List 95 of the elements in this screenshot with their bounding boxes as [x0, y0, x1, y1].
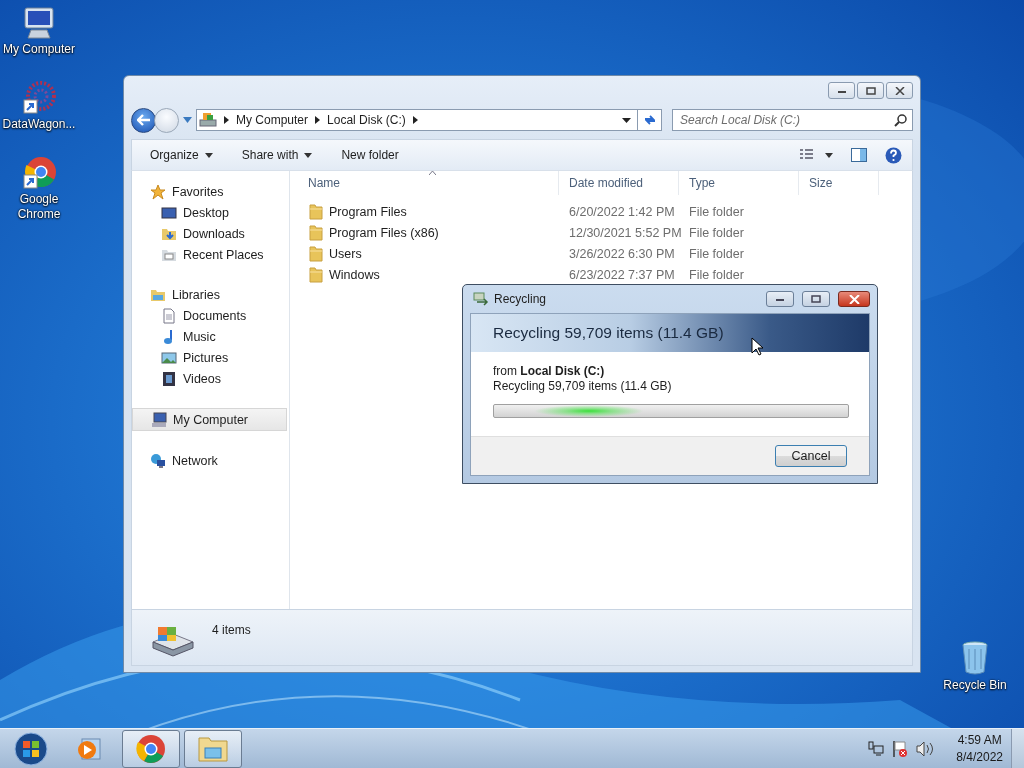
nav-item[interactable]: Downloads	[132, 223, 289, 244]
arrow-left-icon	[136, 114, 151, 126]
desktop-icon-label[interactable]: Google Chrome	[1, 192, 77, 222]
computer-icon	[151, 411, 167, 428]
toolbar-button[interactable]: Share with	[235, 144, 319, 166]
close-icon	[894, 86, 905, 95]
nav-item[interactable]: Music	[132, 326, 289, 347]
nav-item[interactable]: Favorites	[132, 181, 289, 202]
flag-error-icon[interactable]	[892, 740, 909, 758]
back-button[interactable]	[131, 107, 156, 133]
file-name[interactable]: Program Files	[329, 204, 407, 219]
chrome-icon	[21, 156, 57, 190]
close-icon	[848, 294, 860, 304]
picture-icon	[161, 349, 177, 366]
trash-bin-icon	[960, 640, 990, 676]
film-icon	[161, 370, 177, 387]
taskbar-button[interactable]	[184, 730, 242, 768]
help-icon	[885, 146, 902, 164]
toolbar-button[interactable]: Organize	[144, 144, 219, 166]
caret-icon	[204, 152, 213, 158]
maximize-icon	[865, 86, 876, 95]
recycle-arrows-icon	[473, 292, 489, 306]
table-cell-text: 3/26/2022 6:30 PM	[568, 246, 676, 261]
nav-item[interactable]: Recent Places	[132, 244, 289, 265]
folder-icon	[309, 203, 323, 220]
table-cell-text: File folder	[688, 204, 745, 219]
table-cell-text: 6/20/2022 1:42 PM	[568, 204, 676, 219]
file-name[interactable]: Program Files (x86)	[329, 225, 439, 240]
nav-item[interactable]: Desktop	[132, 202, 289, 223]
breadcrumb-item[interactable]: Local Disk (C:)	[327, 113, 406, 127]
nav-item[interactable]: Videos	[132, 368, 289, 389]
table-cell-text: File folder	[688, 225, 745, 240]
breadcrumb-item[interactable]: My Computer	[236, 113, 309, 127]
nav-item[interactable]: Documents	[132, 305, 289, 326]
nav-item[interactable]: Pictures	[132, 347, 289, 368]
mouse-cursor-icon	[751, 337, 763, 356]
file-name[interactable]: Users	[329, 246, 362, 261]
computer-icon	[21, 6, 57, 40]
chevron-right-icon[interactable]	[412, 116, 418, 124]
desktop-icon-label[interactable]: My Computer	[3, 42, 75, 57]
desktop-icon-label[interactable]: DataWagon...	[2, 117, 76, 132]
media-player-icon[interactable]	[76, 736, 102, 762]
minimize-button[interactable]	[828, 82, 855, 99]
folder-icon	[309, 224, 323, 241]
star-icon	[150, 183, 166, 200]
dropdown-arrow-icon[interactable]	[622, 117, 631, 123]
drive-icon	[150, 624, 196, 658]
minimize-button[interactable]	[766, 291, 794, 307]
dialog-heading: Recycling 59,709 items (11.4 GB)	[493, 324, 724, 342]
clock[interactable]: 4:59 AM 8/4/2022	[956, 732, 1003, 766]
source-text: from Local Disk (C:)	[493, 364, 606, 379]
column-header[interactable]: Date modified	[559, 171, 679, 195]
status-text: Recycling 59,709 items (11.4 GB)	[493, 379, 673, 394]
search-icon	[894, 114, 907, 127]
speaker-icon[interactable]	[916, 741, 935, 757]
cancel-button[interactable]: Cancel	[775, 445, 847, 467]
nav-item[interactable]: My Computer	[132, 408, 287, 431]
drive-icon	[199, 112, 217, 128]
folder-icon	[309, 266, 323, 283]
caret-icon	[304, 152, 313, 158]
column-header[interactable]: Type	[679, 171, 799, 195]
chrome-icon[interactable]	[136, 734, 166, 764]
table-cell-text: File folder	[688, 267, 745, 282]
table-cell-text: File folder	[688, 246, 745, 261]
windows-logo-icon	[14, 732, 48, 766]
dialog-title: Recycling	[494, 292, 547, 306]
document-icon	[161, 307, 177, 324]
maximize-button[interactable]	[857, 82, 884, 99]
column-header[interactable]: Size	[799, 171, 879, 195]
item-count: 4 items	[212, 623, 251, 637]
taskbar-button[interactable]	[122, 730, 180, 768]
globe-computer-icon	[150, 452, 166, 469]
file-name[interactable]: Windows	[329, 267, 380, 282]
refresh-button[interactable]	[638, 109, 662, 131]
nav-item[interactable]: Network	[132, 450, 289, 471]
search-field[interactable]: Search Local Disk (C:)	[672, 109, 913, 131]
folder-icon	[309, 245, 323, 262]
table-cell-text: 12/30/2021 5:52 PM	[568, 225, 679, 240]
refresh-icon	[642, 113, 657, 127]
close-button[interactable]	[838, 291, 870, 307]
monitor-icon	[161, 204, 177, 221]
maximize-button[interactable]	[802, 291, 830, 307]
close-button[interactable]	[886, 82, 913, 99]
nav-item[interactable]: Libraries	[132, 284, 289, 305]
dotted-burst-icon	[21, 81, 57, 115]
minimize-icon	[775, 296, 785, 302]
column-header[interactable]: Name	[298, 171, 559, 195]
network-icon[interactable]	[868, 741, 885, 757]
maximize-icon	[811, 295, 821, 303]
chevron-right-icon[interactable]	[315, 116, 321, 124]
desktop-icon-label[interactable]: Recycle Bin	[943, 678, 1007, 693]
toolbar-button[interactable]: New folder	[335, 144, 405, 166]
address-bar[interactable]: My Computer Local Disk (C:)	[196, 109, 638, 131]
table-cell-text: 6/23/2022 7:37 PM	[568, 267, 676, 282]
chevron-right-icon[interactable]	[224, 116, 229, 124]
